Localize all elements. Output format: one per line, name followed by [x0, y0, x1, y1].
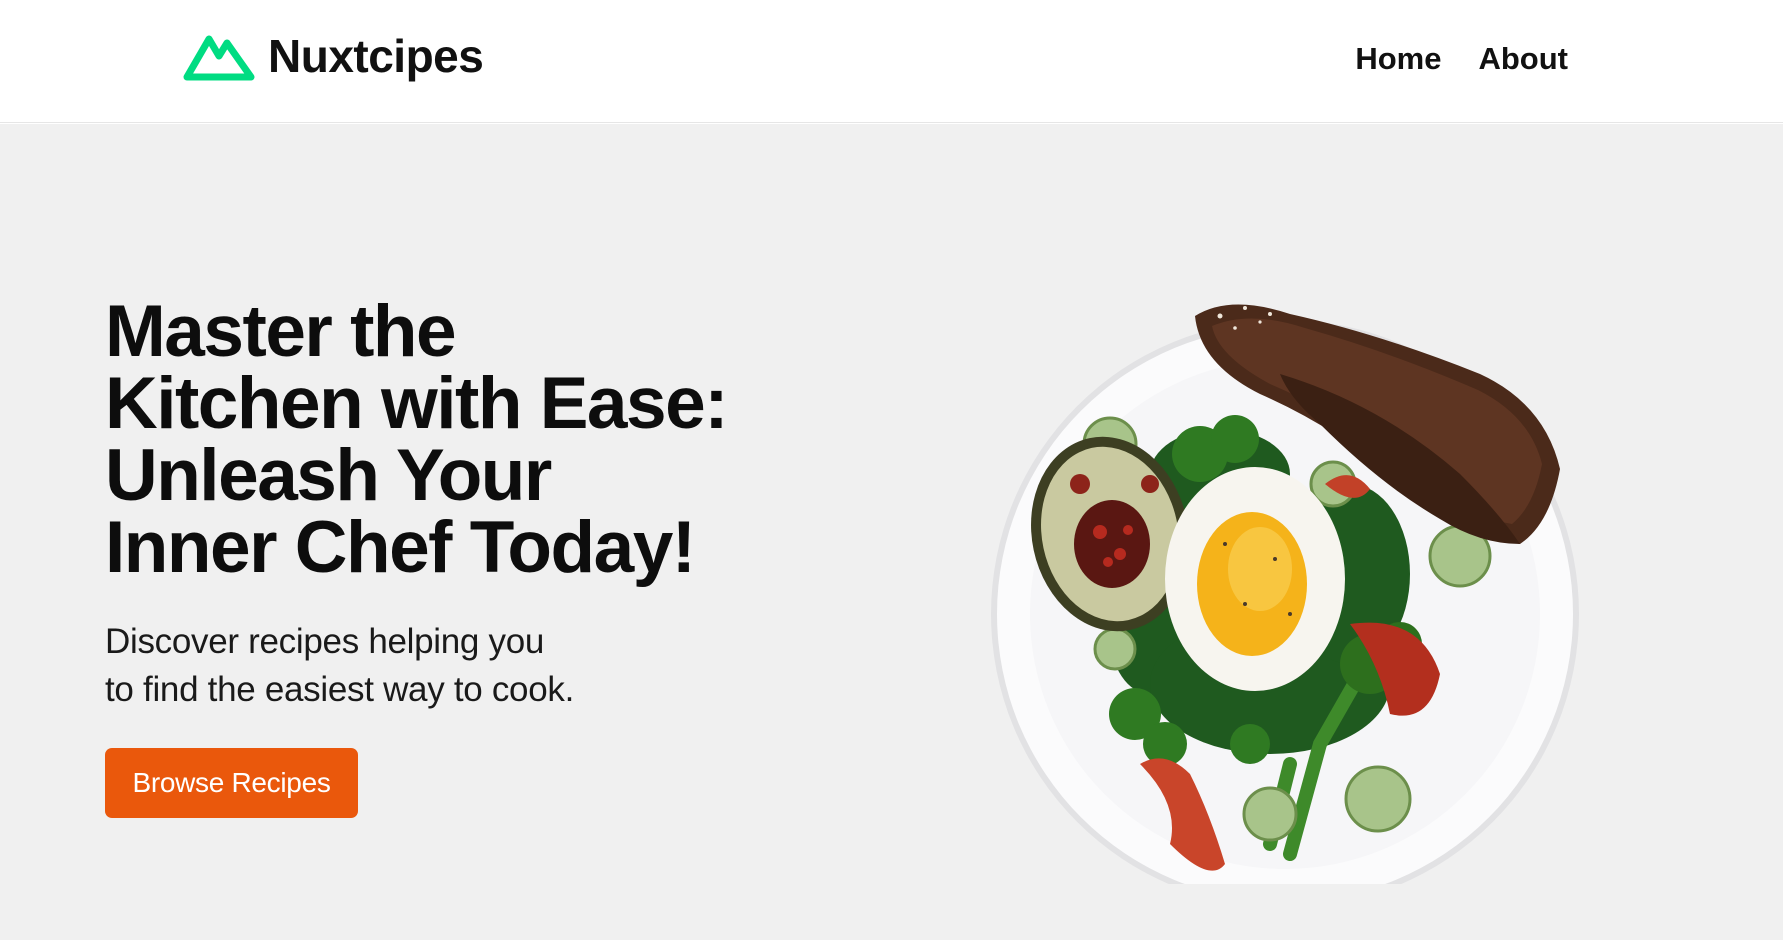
brand-name: Nuxtcipes [268, 30, 484, 82]
nav-link-about[interactable]: About [1478, 40, 1568, 77]
browse-recipes-button[interactable]: Browse Recipes [105, 748, 358, 818]
main-nav: Home About [1355, 40, 1568, 77]
hero-subtitle: Discover recipes helping you to find the… [105, 622, 575, 709]
nuxt-mountain-logo-icon [183, 35, 255, 81]
hero-title: Master the Kitchen with Ease: Unleash Yo… [105, 291, 729, 588]
brand-home-link[interactable]: Nuxtcipes [183, 30, 484, 82]
hero-section: Master the Kitchen with Ease: Unleash Yo… [0, 124, 1783, 940]
nav-link-home[interactable]: Home [1355, 40, 1441, 77]
plate-with-egg-avocado-broccoli-and-bread-image [991, 304, 1579, 884]
site-header: Nuxtcipes Home About [0, 0, 1783, 123]
